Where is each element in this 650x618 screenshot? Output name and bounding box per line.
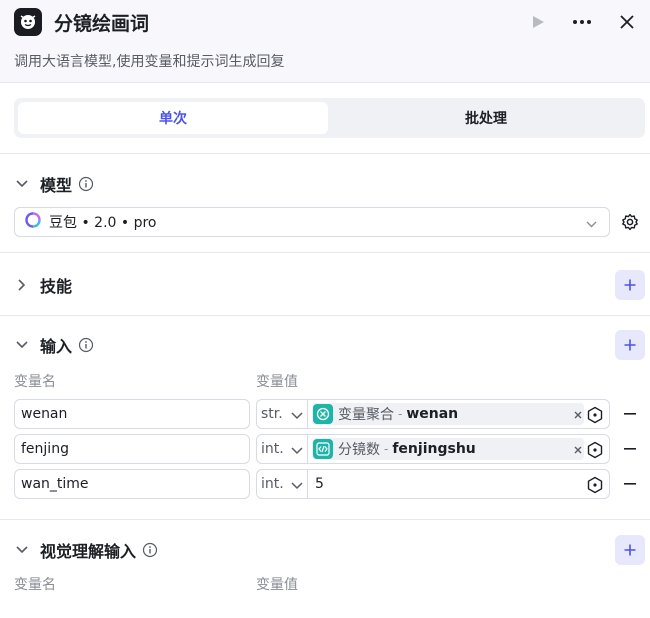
add-input-button[interactable] (615, 330, 645, 360)
model-name: 豆包 • 2.0 • pro (49, 215, 157, 231)
model-select[interactable]: 豆包 • 2.0 • pro (14, 207, 610, 237)
source-variable-name: fenjingshu (392, 441, 476, 457)
chevron-down-icon[interactable] (14, 176, 30, 192)
run-icon[interactable] (524, 8, 552, 36)
more-icon[interactable] (568, 8, 596, 36)
type-label: str. (261, 406, 283, 422)
variable-ref-icon[interactable] (586, 441, 604, 459)
chevron-down-icon[interactable] (14, 337, 30, 353)
chevron-down-icon[interactable] (14, 542, 30, 558)
variable-name-input[interactable]: fenjing (14, 434, 250, 464)
input-row: wan_time int. 5 (0, 469, 650, 499)
vision-section-header[interactable]: 视觉理解输入 (14, 538, 158, 562)
type-select[interactable]: str. (256, 399, 308, 429)
divider (0, 252, 650, 253)
chevron-down-icon (291, 478, 303, 494)
input-section-title: 输入 (40, 337, 73, 356)
variable-ref-icon[interactable] (586, 476, 604, 494)
info-icon[interactable] (78, 176, 94, 192)
clear-icon[interactable] (573, 443, 583, 459)
variable-value-field[interactable]: 变量聚合 - wenan (307, 399, 610, 429)
clear-icon[interactable] (573, 408, 583, 424)
tab-single[interactable]: 单次 (18, 102, 328, 134)
column-header-name: 变量名 (14, 577, 56, 593)
column-header-value: 变量值 (256, 374, 298, 390)
variable-reference-chip[interactable]: 变量聚合 - wenan (312, 403, 584, 425)
source-node-name: 分镜数 (338, 442, 380, 458)
chevron-down-icon (291, 408, 303, 424)
variable-reference-chip[interactable]: 分镜数 - fenjingshu (312, 438, 584, 460)
input-section-header[interactable]: 输入 (14, 333, 94, 357)
tab-batch[interactable]: 批处理 (331, 102, 641, 134)
add-vision-input-button[interactable] (615, 535, 645, 565)
add-skill-button[interactable] (615, 270, 645, 300)
model-section-header[interactable]: 模型 (14, 172, 94, 196)
mode-tabs: 单次 批处理 (14, 98, 645, 138)
type-select[interactable]: int. (256, 469, 308, 499)
type-label: int. (261, 441, 284, 457)
literal-value[interactable]: 5 (315, 476, 324, 492)
separator: - (398, 407, 403, 421)
close-icon[interactable] (613, 8, 641, 36)
chevron-down-icon (291, 443, 303, 459)
remove-row-icon[interactable] (620, 474, 640, 494)
chevron-down-icon (586, 216, 597, 232)
variable-name-input[interactable]: wenan (14, 399, 250, 429)
variable-value-field[interactable]: 分镜数 - fenjingshu (307, 434, 610, 464)
vision-section-title: 视觉理解输入 (40, 542, 137, 561)
doubao-logo-icon (25, 212, 41, 232)
gear-icon[interactable] (620, 212, 640, 232)
llm-node-icon (14, 8, 42, 36)
chevron-right-icon[interactable] (14, 277, 30, 293)
node-header: 分镜绘画词 调用大语言模型,使用变量和提示词生成回复 (0, 0, 650, 83)
column-header-value: 变量值 (256, 577, 298, 593)
input-row: fenjing int. 分镜数 - fenjingshu (0, 434, 650, 464)
separator: - (384, 442, 389, 456)
node-description[interactable]: 调用大语言模型,使用变量和提示词生成回复 (14, 51, 284, 71)
input-row: wenan str. 变量聚合 - wenan (0, 399, 650, 429)
node-title[interactable]: 分镜绘画词 (54, 9, 149, 36)
divider (0, 153, 650, 154)
variable-ref-icon[interactable] (586, 406, 604, 424)
plus-icon (624, 544, 636, 556)
remove-row-icon[interactable] (620, 439, 640, 459)
plus-icon (624, 279, 636, 291)
type-label: int. (261, 476, 284, 492)
aggregate-icon (313, 404, 333, 424)
variable-value-field[interactable]: 5 (307, 469, 610, 499)
info-icon[interactable] (78, 337, 94, 353)
divider (0, 519, 650, 520)
variable-name-input[interactable]: wan_time (14, 469, 250, 499)
source-variable-name: wenan (406, 406, 459, 422)
skills-section-title: 技能 (40, 277, 73, 296)
divider (0, 315, 650, 316)
model-section-title: 模型 (40, 176, 73, 195)
skills-section-header[interactable]: 技能 (14, 273, 72, 297)
remove-row-icon[interactable] (620, 404, 640, 424)
source-node-name: 变量聚合 (338, 407, 394, 423)
info-icon[interactable] (142, 542, 158, 558)
plus-icon (624, 339, 636, 351)
column-header-name: 变量名 (14, 374, 56, 390)
type-select[interactable]: int. (256, 434, 308, 464)
code-icon (313, 439, 333, 459)
